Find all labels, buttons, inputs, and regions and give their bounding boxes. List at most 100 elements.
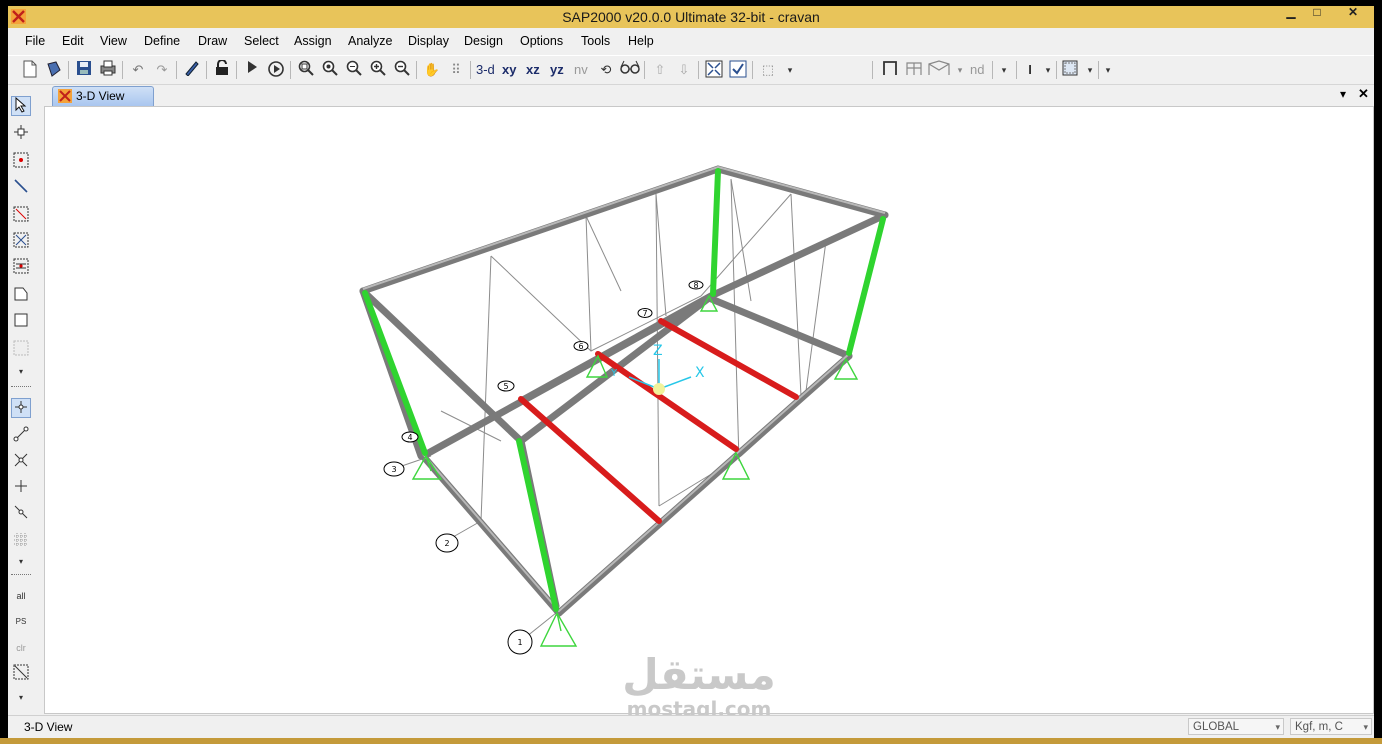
view-xz-button[interactable]: xz — [526, 60, 540, 80]
reshape-tool-icon[interactable] — [11, 124, 31, 144]
close-view-icon[interactable]: ✕ — [1358, 86, 1369, 102]
maximize-button[interactable]: □ — [1304, 6, 1330, 20]
previous-zoom-icon[interactable] — [344, 60, 364, 80]
move-down-icon[interactable]: ⇩ — [674, 60, 694, 80]
menu-file[interactable]: File — [25, 34, 45, 48]
pan-hand-icon[interactable]: ✋ — [422, 60, 442, 80]
status-bar: 3-D View GLOBAL ▾ Kgf, m, C ▾ — [8, 715, 1374, 738]
section-dropdown-icon[interactable]: ▾ — [1038, 60, 1058, 80]
rubber-band-icon[interactable]: ⠿ — [446, 60, 466, 80]
run-now-icon[interactable] — [266, 60, 286, 80]
restore-full-view-icon[interactable] — [320, 60, 340, 80]
minimize-button[interactable]: ▁ — [1278, 6, 1304, 20]
view-yz-button[interactable]: yz — [550, 60, 564, 80]
coordinate-system-select[interactable]: GLOBAL ▾ — [1188, 718, 1284, 735]
axis-label-x: X — [695, 365, 705, 381]
view-3d-button[interactable]: 3-d — [476, 60, 495, 80]
portal-frame-icon[interactable] — [880, 60, 900, 80]
run-analysis-icon[interactable] — [242, 60, 262, 80]
tab-3d-view[interactable]: 3-D View — [52, 86, 154, 106]
global-axes-icon — [628, 359, 692, 395]
menu-options[interactable]: Options — [520, 34, 563, 48]
i-section-icon[interactable]: I — [1020, 60, 1040, 80]
menu-define[interactable]: Define — [144, 34, 180, 48]
frame-template-icon[interactable] — [904, 60, 924, 80]
joint-label: 4 — [401, 431, 419, 443]
new-model-icon[interactable] — [20, 60, 40, 80]
redo-icon[interactable]: ↷ — [152, 60, 172, 80]
draw-rect-area-icon[interactable] — [11, 312, 31, 332]
save-icon[interactable] — [74, 60, 94, 80]
menu-display[interactable]: Display — [408, 34, 449, 48]
draw-joint-icon[interactable] — [11, 152, 31, 172]
lock-icon[interactable] — [212, 59, 232, 80]
snap-points-icon[interactable] — [11, 398, 31, 418]
draw-poly-area-icon[interactable] — [11, 286, 31, 306]
move-up-icon[interactable]: ⇧ — [650, 60, 670, 80]
view-xy-button[interactable]: xy — [502, 60, 516, 80]
snap-ends-icon[interactable] — [11, 426, 31, 446]
structural-model-3d[interactable]: 1 2 3 4 5 6 7 8 Z X Y — [45, 107, 1373, 713]
menu-select[interactable]: Select — [244, 34, 279, 48]
area-section-icon[interactable] — [1060, 60, 1080, 80]
intersecting-line-select-icon[interactable] — [11, 664, 31, 684]
units-select[interactable]: Kgf, m, C ▾ — [1290, 718, 1372, 735]
select-all-button[interactable]: all — [11, 586, 31, 606]
select-all-label: all — [16, 591, 26, 601]
print-icon[interactable] — [98, 60, 118, 80]
joint-label: 8 — [688, 280, 704, 290]
snap-lines-icon[interactable] — [11, 504, 31, 524]
clear-selection-button[interactable]: clr — [11, 638, 31, 658]
svg-text:8: 8 — [693, 281, 698, 290]
perspective-glasses-icon[interactable] — [620, 60, 640, 80]
close-button[interactable]: ✕ — [1340, 6, 1366, 20]
open-model-icon[interactable] — [44, 60, 64, 80]
area-dropdown-icon[interactable]: ▾ — [1080, 60, 1100, 80]
draw-tools-dropdown-icon[interactable]: ▾ — [11, 362, 31, 382]
select-dropdown-icon[interactable]: ▾ — [11, 688, 31, 708]
show-deformed-icon[interactable]: ⬚ — [758, 60, 778, 80]
svg-text:3: 3 — [391, 465, 396, 474]
set-display-options-icon[interactable] — [704, 60, 724, 80]
view-nd-button[interactable]: nd — [970, 60, 984, 80]
model-viewport[interactable]: 1 2 3 4 5 6 7 8 Z X Y مستقل mostaql.com — [44, 106, 1374, 721]
snap-intersections-icon[interactable] — [11, 452, 31, 472]
nd-dropdown-icon[interactable]: ▾ — [994, 60, 1014, 80]
quick-draw-area-icon[interactable] — [11, 340, 31, 360]
edit-pencil-icon[interactable] — [182, 60, 202, 80]
menu-help[interactable]: Help — [628, 34, 654, 48]
quick-draw-frame-icon[interactable] — [11, 206, 31, 226]
quick-draw-braces-icon[interactable] — [11, 232, 31, 252]
deformed-dropdown-icon[interactable]: ▾ — [780, 60, 800, 80]
menu-assign[interactable]: Assign — [294, 34, 332, 48]
draw-frame-icon[interactable] — [11, 178, 31, 198]
truss-template-icon[interactable] — [928, 60, 950, 80]
joint-label: 2 — [435, 533, 459, 553]
menu-tools[interactable]: Tools — [581, 34, 610, 48]
rotate-view-icon[interactable]: ⟲ — [596, 60, 616, 80]
zoom-in-icon[interactable] — [368, 60, 388, 80]
snap-perpendicular-icon[interactable] — [11, 478, 31, 498]
menu-view[interactable]: View — [100, 34, 127, 48]
more-dropdown-icon[interactable]: ▾ — [1098, 60, 1118, 80]
zoom-out-icon[interactable] — [392, 60, 412, 80]
menu-draw[interactable]: Draw — [198, 34, 227, 48]
clear-selection-label: clr — [16, 643, 26, 653]
show-checkbox-icon[interactable] — [728, 60, 748, 80]
select-previous-button[interactable]: PS — [11, 612, 31, 632]
taskbar — [0, 738, 1382, 744]
snap-dropdown-icon[interactable]: ▾ — [11, 552, 31, 572]
menu-design[interactable]: Design — [464, 34, 503, 48]
snap-grid-icon[interactable] — [11, 532, 31, 552]
joint-label: 1 — [507, 629, 533, 655]
quick-draw-secondary-icon[interactable] — [11, 258, 31, 278]
axis-label-z: Z — [653, 343, 663, 359]
undo-icon[interactable]: ↶ — [128, 60, 148, 80]
view-nv-button[interactable]: nv — [574, 60, 588, 80]
pointer-tool-icon[interactable] — [11, 96, 31, 116]
zoom-window-icon[interactable] — [296, 60, 316, 80]
menu-edit[interactable]: Edit — [62, 34, 84, 48]
window-list-dropdown-icon[interactable]: ▾ — [1340, 87, 1346, 101]
template-dropdown-icon[interactable]: ▾ — [950, 60, 970, 80]
menu-analyze[interactable]: Analyze — [348, 34, 392, 48]
